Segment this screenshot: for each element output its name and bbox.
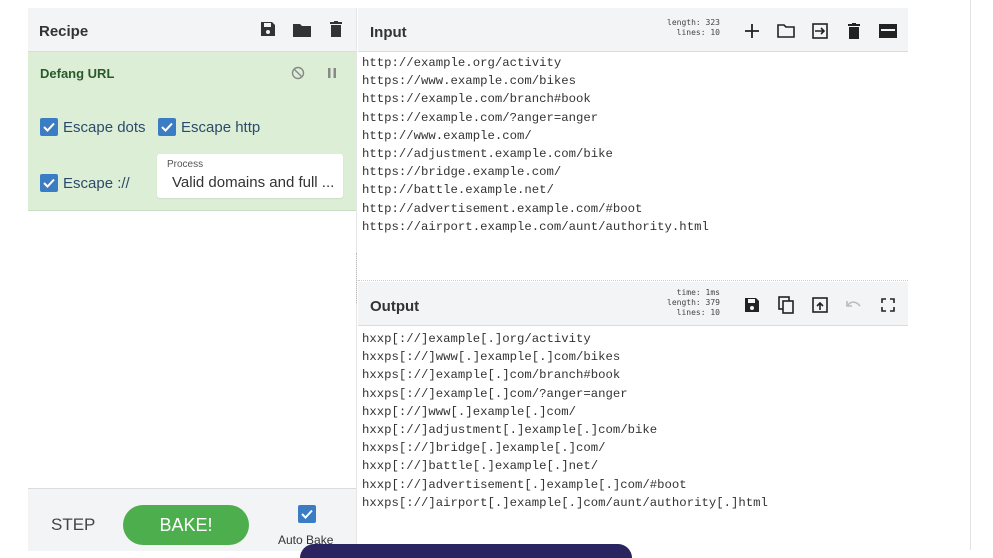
copy-icon[interactable] xyxy=(776,295,796,315)
replace-input-icon[interactable] xyxy=(810,295,830,315)
process-select[interactable]: Process Valid domains and full ... xyxy=(157,154,343,198)
output-length: length: 379 xyxy=(667,298,720,307)
process-value: Valid domains and full ... xyxy=(172,174,335,191)
input-length: length: 323 xyxy=(667,18,720,27)
save-icon[interactable] xyxy=(258,19,278,39)
output-header: Output time: 1ms length: 379 lines: 10 xyxy=(358,282,908,326)
undo-icon[interactable] xyxy=(844,295,864,315)
io-panel: Input length: 323 lines: 10 http://examp… xyxy=(356,8,908,550)
input-lines: lines: 10 xyxy=(676,28,720,37)
escape-slashes-checkbox[interactable] xyxy=(40,174,58,192)
output-title: Output xyxy=(370,298,420,315)
trash-icon[interactable] xyxy=(326,19,346,39)
save-output-icon[interactable] xyxy=(742,295,762,315)
operation-name: Defang URL xyxy=(40,66,115,81)
escape-dots-option[interactable]: Escape dots xyxy=(40,118,146,136)
output-textarea[interactable]: hxxp[://]example[.]org/activity hxxps[:/… xyxy=(362,330,908,540)
recipe-panel: Recipe Defang URL Escape dots Escape htt… xyxy=(28,8,357,551)
input-header: Input length: 323 lines: 10 xyxy=(358,8,908,52)
recipe-header: Recipe xyxy=(28,8,356,52)
output-lines: lines: 10 xyxy=(676,308,720,317)
output-time: time: 1ms xyxy=(676,288,720,297)
auto-bake-checkbox[interactable] xyxy=(298,505,316,523)
defang-url-operation[interactable]: Defang URL Escape dots Escape http Escap… xyxy=(28,52,356,211)
bake-bar: STEP BAKE! Auto Bake xyxy=(28,488,356,551)
process-label: Process xyxy=(167,159,204,170)
escape-slashes-label: Escape :// xyxy=(63,174,130,192)
escape-http-label: Escape http xyxy=(181,118,261,136)
disable-icon[interactable] xyxy=(288,63,308,83)
escape-dots-label: Escape dots xyxy=(63,118,146,136)
output-stats: time: 1ms length: 379 lines: 10 xyxy=(628,288,720,318)
maximize-icon[interactable] xyxy=(878,295,898,315)
right-divider xyxy=(970,0,971,550)
bottom-banner[interactable] xyxy=(300,544,632,558)
cyberchef-app: Recipe Defang URL Escape dots Escape htt… xyxy=(28,8,908,551)
bake-button[interactable]: BAKE! xyxy=(123,505,249,545)
input-textarea[interactable]: http://example.org/activity https://www.… xyxy=(362,54,908,276)
input-stats: length: 323 lines: 10 xyxy=(628,18,720,38)
escape-http-checkbox[interactable] xyxy=(158,118,176,136)
escape-http-option[interactable]: Escape http xyxy=(158,118,260,136)
clear-input-icon[interactable] xyxy=(844,21,864,41)
open-folder-icon[interactable] xyxy=(776,21,796,41)
step-button[interactable]: STEP xyxy=(51,515,95,535)
import-icon[interactable] xyxy=(810,21,830,41)
add-icon[interactable] xyxy=(742,21,762,41)
escape-dots-checkbox[interactable] xyxy=(40,118,58,136)
folder-icon[interactable] xyxy=(292,19,312,39)
layout-icon[interactable] xyxy=(878,21,898,41)
pause-icon[interactable] xyxy=(322,63,342,83)
recipe-title: Recipe xyxy=(39,23,89,40)
escape-slashes-option[interactable]: Escape :// xyxy=(40,174,130,192)
input-title: Input xyxy=(370,24,407,41)
